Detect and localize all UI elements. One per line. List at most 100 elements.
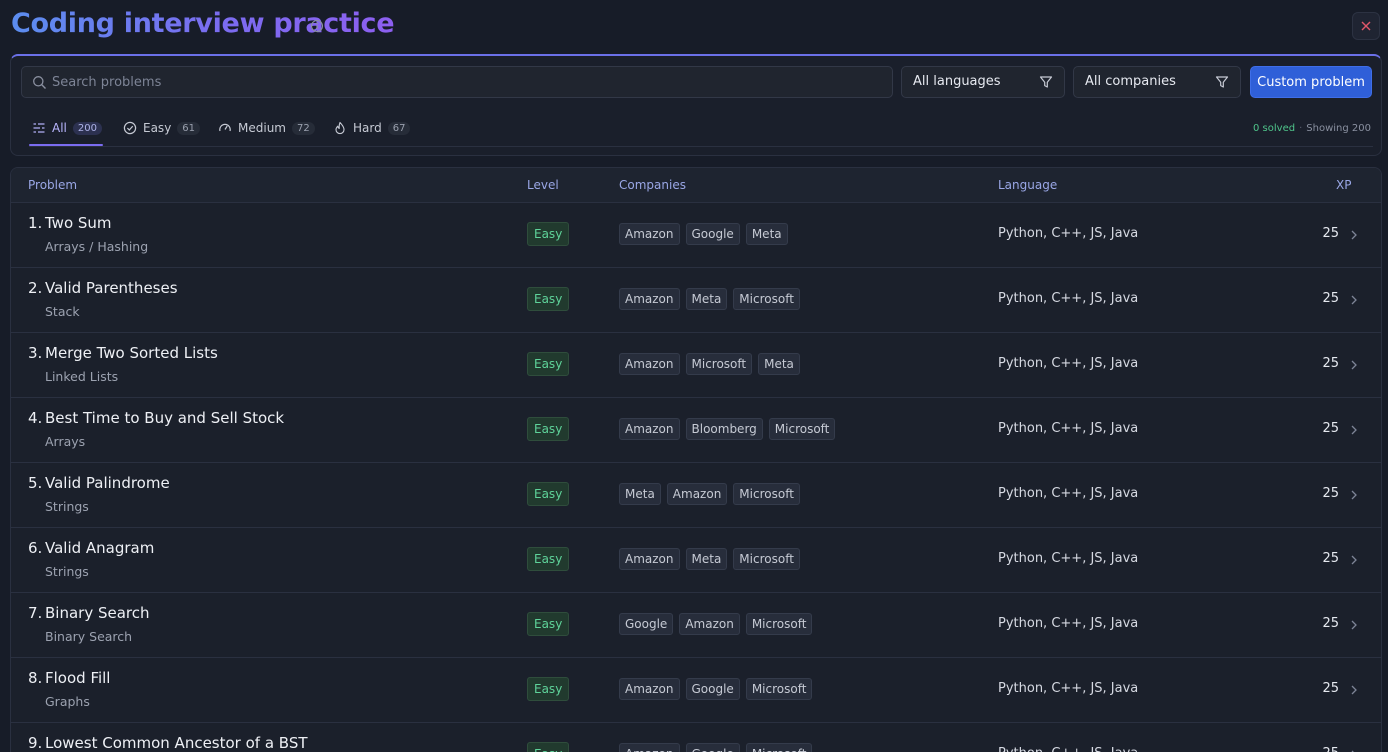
solved-count: 0 solved <box>1253 123 1296 134</box>
company-chip[interactable]: Meta <box>758 353 800 375</box>
xp-value: 25 <box>1322 551 1339 566</box>
list-filter-icon <box>33 123 45 133</box>
showing-count: Showing 200 <box>1306 123 1371 134</box>
column-header-problem[interactable]: Problem <box>28 178 77 192</box>
table-row[interactable]: 6. Valid Anagram Strings Easy Amazon Meta Micr… <box>11 528 1381 593</box>
company-chip[interactable]: Microsoft <box>745 678 813 700</box>
problem-title[interactable]: 4. Best Time to Buy and Sell Stock <box>28 409 284 427</box>
tab-all[interactable]: All 200 <box>32 110 102 146</box>
chevron-right-icon[interactable] <box>1349 294 1359 306</box>
close-button[interactable] <box>1352 12 1380 40</box>
custom-problem-button[interactable]: Custom problem <box>1250 66 1372 98</box>
flame-icon <box>335 121 345 135</box>
table-row[interactable]: 3. Merge Two Sorted Lists Linked Lists Easy… <box>11 333 1381 398</box>
companies-list: AmazonGoogleMicrosoft <box>619 678 813 700</box>
tab-count: 200 <box>72 121 102 135</box>
company-chip[interactable]: Microsoft <box>768 418 836 440</box>
problem-title[interactable]: 6. Valid Anagram <box>28 539 154 557</box>
company-chip[interactable]: Microsoft <box>733 548 800 570</box>
chevron-right-icon[interactable] <box>1349 489 1359 501</box>
chevron-right-icon[interactable] <box>1349 359 1359 371</box>
tab-label: Hard <box>353 121 382 135</box>
company-chip[interactable]: Amazon <box>619 548 680 570</box>
table-row[interactable]: 9.Lowest Common Ancestor of a BSTTreesEa… <box>11 723 1381 752</box>
tab-count: 61 <box>177 121 201 135</box>
company-chip[interactable]: Google <box>685 678 740 700</box>
problem-title[interactable]: 2. Valid Parentheses <box>28 279 178 297</box>
language-select[interactable]: All languages <box>901 66 1065 98</box>
company-select[interactable]: All companies <box>1073 66 1241 98</box>
tab-medium[interactable]: Medium 72 <box>218 110 315 146</box>
company-chip[interactable]: Meta <box>685 288 728 310</box>
problems-table: Problem Level Companies Language XP 1. Tw… <box>10 167 1382 752</box>
problem-title-text: Merge Two Sorted Lists <box>45 344 218 362</box>
problem-number: 7. <box>28 604 43 622</box>
table-row[interactable]: 8. Flood Fill Graphs Easy Amazon Google Micros… <box>11 658 1381 723</box>
company-chip[interactable]: Amazon <box>619 678 680 700</box>
company-chip[interactable]: Google <box>619 613 674 635</box>
table-row[interactable]: 5. Valid Palindrome Strings Easy Meta Amazon M… <box>11 463 1381 528</box>
company-chip[interactable]: Google <box>685 743 740 752</box>
company-chip[interactable]: Microsoft <box>745 743 813 752</box>
company-chip[interactable]: Meta <box>685 548 728 570</box>
table-row[interactable]: 1. Two Sum Arrays / Hashing Easy Amazon Googl… <box>11 203 1381 268</box>
xp-value: 25 <box>1322 746 1339 752</box>
chevron-right-icon[interactable] <box>1349 424 1359 436</box>
level-badge: Easy <box>527 417 570 441</box>
info-circle-icon[interactable] <box>310 18 324 33</box>
table-row[interactable]: 7. Binary Search Binary Search Easy Google Am… <box>11 593 1381 658</box>
problem-number: 1. <box>28 214 43 232</box>
companies-list: Amazon Google Meta <box>619 223 788 245</box>
company-chip[interactable]: Microsoft <box>733 288 800 310</box>
table-row[interactable]: 4. Best Time to Buy and Sell Stock Arrays E… <box>11 398 1381 463</box>
problem-title[interactable]: 7. Binary Search <box>28 604 150 622</box>
column-header-xp[interactable]: XP <box>1336 178 1351 192</box>
company-select-label: All companies <box>1085 74 1176 89</box>
company-chip[interactable]: Meta <box>745 223 788 245</box>
funnel-icon <box>1039 76 1053 88</box>
company-chip[interactable]: Microsoft <box>745 613 813 635</box>
xp-value: 25 <box>1322 226 1339 241</box>
problem-title[interactable]: 3. Merge Two Sorted Lists <box>28 344 218 362</box>
xp-value: 25 <box>1322 486 1339 501</box>
company-chip[interactable]: Microsoft <box>685 353 753 375</box>
company-chip[interactable]: Google <box>685 223 740 245</box>
company-chip[interactable]: Amazon <box>619 288 680 310</box>
problem-title-text: Flood Fill <box>45 669 111 687</box>
column-header-language[interactable]: Language <box>998 178 1057 192</box>
language-list: Python, C++, JS, Java <box>998 681 1139 696</box>
problem-number: 3. <box>28 344 43 362</box>
column-header-companies[interactable]: Companies <box>619 178 686 192</box>
tab-easy[interactable]: Easy 61 <box>123 110 201 146</box>
column-header-level[interactable]: Level <box>527 178 559 192</box>
problem-title-text: Binary Search <box>45 604 150 622</box>
problem-title[interactable]: 1. Two Sum <box>28 214 112 232</box>
company-chip[interactable]: Amazon <box>619 743 680 752</box>
problem-title[interactable]: 8. Flood Fill <box>28 669 110 687</box>
search-box[interactable] <box>21 66 893 98</box>
company-chip[interactable]: Bloomberg <box>685 418 763 440</box>
problem-title[interactable]: 5. Valid Palindrome <box>28 474 170 492</box>
company-chip[interactable]: Amazon <box>619 418 680 440</box>
search-input[interactable] <box>52 67 882 97</box>
chevron-right-icon[interactable] <box>1349 229 1359 241</box>
problem-title-text: Lowest Common Ancestor of a BST <box>45 734 308 752</box>
company-chip[interactable]: Amazon <box>619 353 680 375</box>
company-chip[interactable]: Amazon <box>619 223 680 245</box>
chevron-right-icon[interactable] <box>1349 619 1359 631</box>
problem-number: 6. <box>28 539 43 557</box>
company-chip[interactable]: Meta <box>619 483 661 505</box>
xp-value: 25 <box>1322 681 1339 696</box>
company-chip[interactable]: Amazon <box>679 613 740 635</box>
table-row[interactable]: 2. Valid Parentheses Stack Easy Amazon Meta Mi… <box>11 268 1381 333</box>
problem-title[interactable]: 9. Lowest Common Ancestor of a BST <box>28 734 308 752</box>
company-chip[interactable]: Amazon <box>666 483 728 505</box>
company-chip[interactable]: Microsoft <box>733 483 800 505</box>
companies-list: Meta Amazon Microsoft <box>619 483 800 505</box>
chevron-right-icon[interactable] <box>1349 554 1359 566</box>
tab-hard[interactable]: Hard 67 <box>333 110 411 146</box>
problem-title-text: Best Time to Buy and Sell Stock <box>45 409 285 427</box>
chevron-right-icon[interactable] <box>1349 684 1359 696</box>
language-list: Python, C++, JS, Java <box>998 616 1139 631</box>
coding-practice-app: Coding interview practice All langua <box>0 0 1388 752</box>
